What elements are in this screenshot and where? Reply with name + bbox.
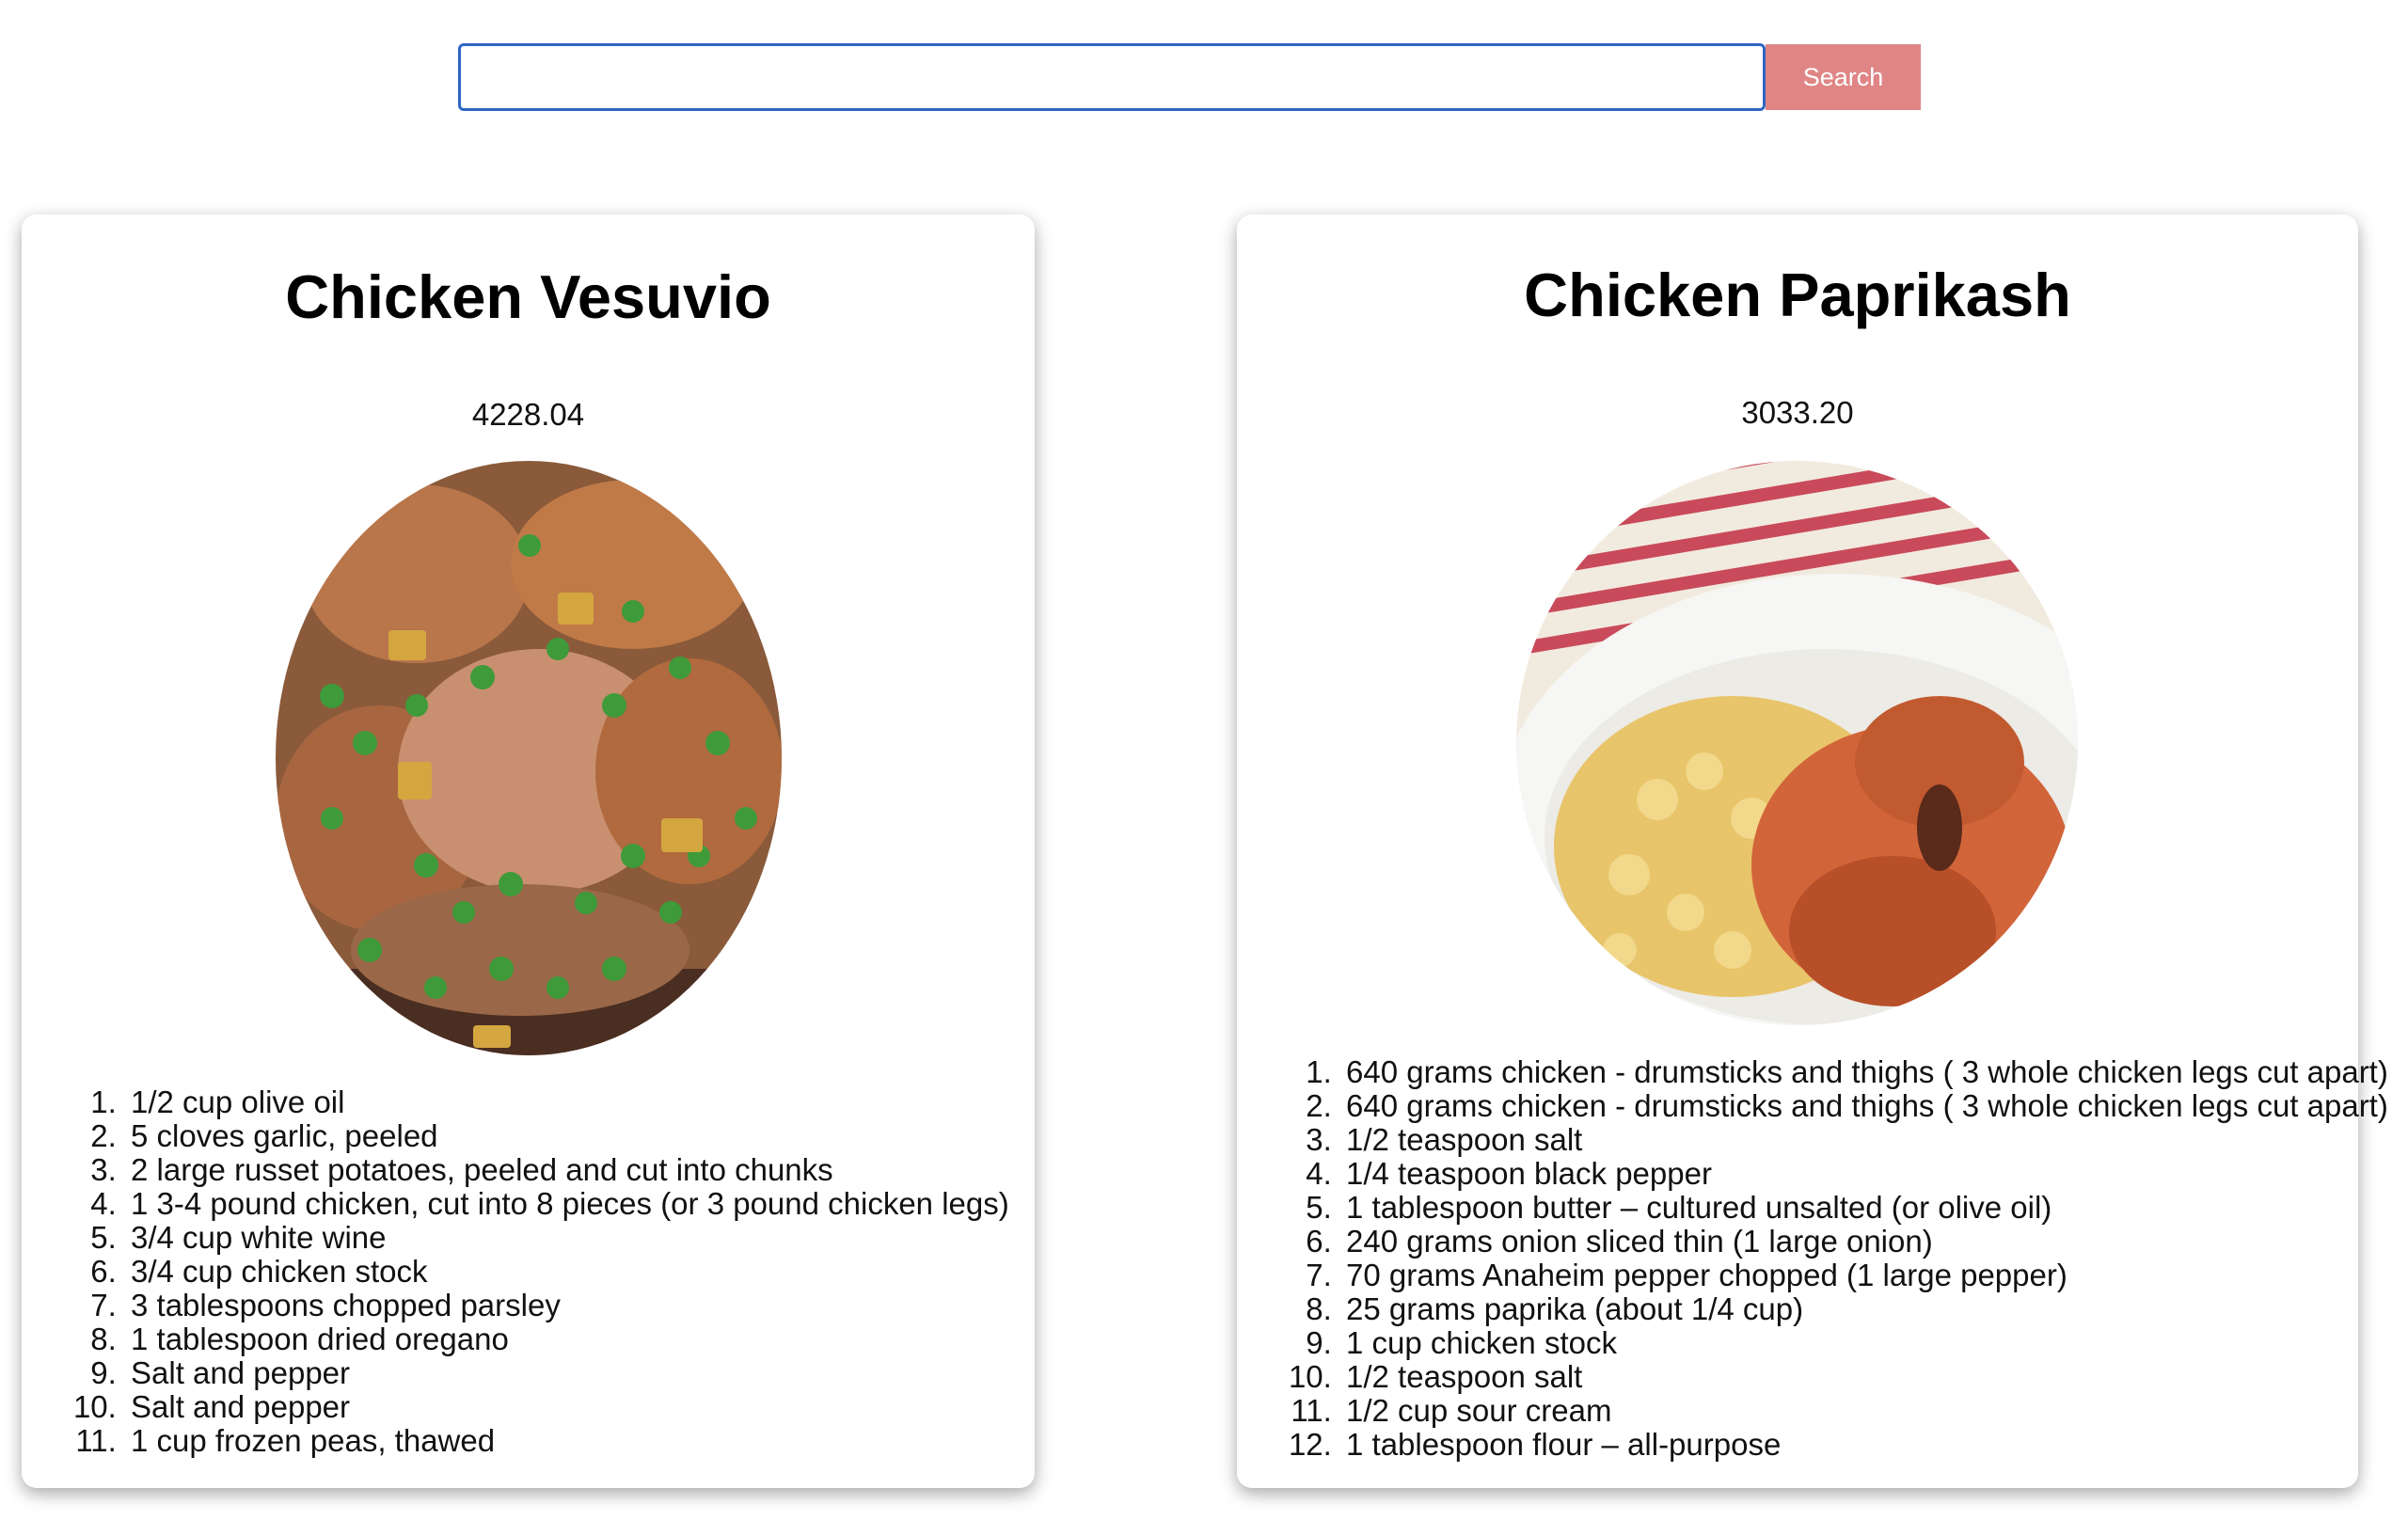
ingredient-item: 1 tablespoon butter – cultured unsalted …	[1340, 1191, 2388, 1225]
ingredient-item: 3/4 cup chicken stock	[125, 1255, 1009, 1289]
ingredient-item: Salt and pepper	[125, 1356, 1009, 1390]
ingredient-item: 5 cloves garlic, peeled	[125, 1119, 1009, 1153]
ingredient-item: 640 grams chicken - drumsticks and thigh…	[1340, 1089, 2388, 1123]
recipe-value: 4228.04	[471, 397, 585, 432]
ingredient-item: 70 grams Anaheim pepper chopped (1 large…	[1340, 1259, 2388, 1292]
ingredient-item: 3/4 cup white wine	[125, 1221, 1009, 1255]
ingredient-item: 25 grams paprika (about 1/4 cup)	[1340, 1292, 2388, 1326]
search-button[interactable]: Search	[1766, 44, 1921, 110]
ingredient-item: 1 cup frozen peas, thawed	[125, 1424, 1009, 1458]
ingredient-item: 1/2 cup sour cream	[1340, 1394, 2388, 1428]
ingredient-item: 1 3-4 pound chicken, cut into 8 pieces (…	[125, 1187, 1009, 1221]
recipe-photo	[276, 461, 782, 1055]
ingredient-item: 3 tablespoons chopped parsley	[125, 1289, 1009, 1322]
search-input[interactable]	[458, 43, 1766, 111]
ingredient-item: 1/2 teaspoon salt	[1340, 1123, 2388, 1157]
ingredients-list: 1/2 cup olive oil 5 cloves garlic, peele…	[22, 1085, 1009, 1458]
recipe-photo	[1516, 461, 2078, 1025]
recipe-card-chicken-paprikash: Chicken Paprikash 3033.20 640 grams c	[1237, 214, 2388, 1488]
recipe-title: Chicken Paprikash	[1524, 261, 2071, 329]
recipe-card-chicken-vesuvio: Chicken Vesuvio 4228.04 1. 1/2 cup olive…	[22, 214, 1035, 1488]
ingredient-item: 1 tablespoon dried oregano	[125, 1322, 1009, 1356]
chicken-vesuvio-photo	[276, 461, 782, 1055]
ingredient-item: 240 grams onion sliced thin (1 large oni…	[1340, 1225, 2388, 1259]
chicken-paprikash-photo	[1516, 461, 2078, 1025]
ingredient-item: 640 grams chicken - drumsticks and thigh…	[1340, 1055, 2388, 1089]
search-bar: Search	[458, 43, 1921, 111]
ingredient-item: 2 large russet potatoes, peeled and cut …	[125, 1153, 1009, 1187]
ingredient-item: 1/2 teaspoon salt	[1340, 1360, 2388, 1394]
ingredient-item: Salt and pepper	[125, 1390, 1009, 1424]
ingredients-list: 640 grams chicken - drumsticks and thigh…	[1237, 1055, 2388, 1462]
ingredient-item: 1 tablespoon flour – all-purpose	[1340, 1428, 2388, 1462]
recipe-value: 3033.20	[1741, 395, 1854, 430]
ingredient-item: 1/2 cup olive oil	[125, 1085, 1009, 1119]
ingredient-item: 1 cup chicken stock	[1340, 1326, 2388, 1360]
recipe-title: Chicken Vesuvio	[285, 262, 771, 331]
ingredient-item: 1/4 teaspoon black pepper	[1340, 1157, 2388, 1191]
